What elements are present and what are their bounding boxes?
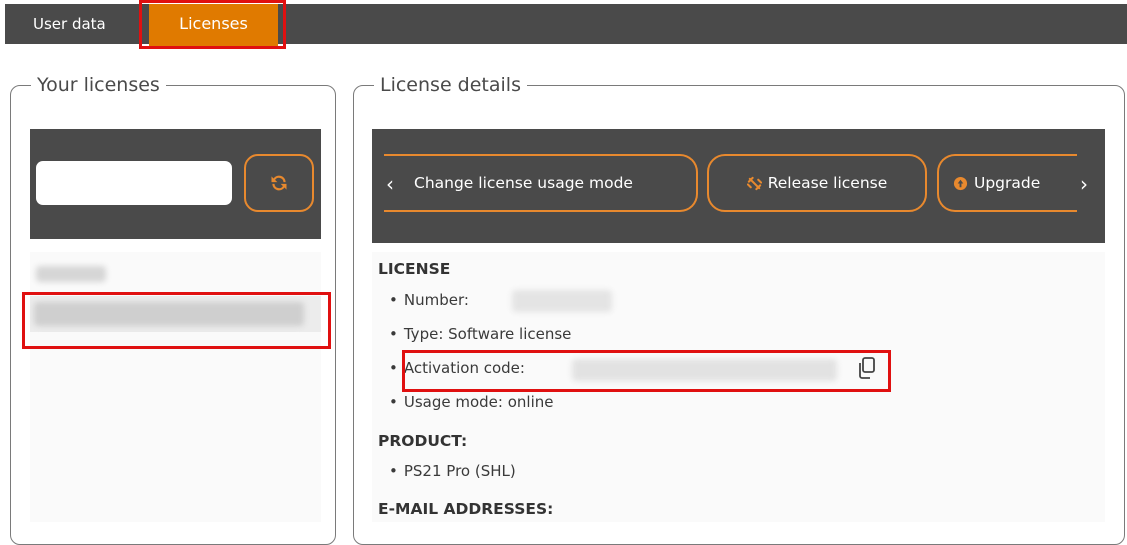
usage-mode-item: • Usage mode: online bbox=[389, 393, 554, 411]
product-item: • PS21 Pro (SHL) bbox=[389, 462, 516, 480]
license-type-item: • Type: Software license bbox=[389, 325, 572, 343]
highlight-box-activation-code bbox=[402, 350, 891, 392]
license-search-bar bbox=[30, 129, 321, 239]
highlight-box-licenses-tab bbox=[139, 0, 286, 49]
license-action-bar: ‹ Change license usage mode Release lice… bbox=[372, 129, 1105, 243]
license-search-input[interactable] bbox=[36, 161, 232, 205]
license-number-label: Number: bbox=[403, 291, 469, 309]
release-license-button[interactable]: Release license bbox=[707, 154, 927, 212]
unlink-icon bbox=[746, 176, 762, 190]
product-section-title: PRODUCT: bbox=[378, 432, 468, 450]
license-list-item[interactable] bbox=[30, 256, 321, 292]
license-details-legend: License details bbox=[374, 72, 527, 98]
license-type-text: Type: Software license bbox=[403, 325, 572, 343]
refresh-button[interactable] bbox=[244, 154, 314, 212]
change-usage-mode-button[interactable]: Change license usage mode bbox=[384, 154, 698, 212]
product-name: PS21 Pro (SHL) bbox=[403, 462, 516, 480]
email-section-title: E-MAIL ADDRESSES: bbox=[378, 500, 554, 518]
your-licenses-legend: Your licenses bbox=[31, 72, 166, 98]
scroll-right-button[interactable]: › bbox=[1080, 169, 1088, 199]
usage-mode-text: Usage mode: online bbox=[403, 393, 554, 411]
upgrade-button[interactable]: Upgrade bbox=[937, 154, 1077, 212]
license-number-item: • Number: bbox=[389, 291, 469, 309]
upgrade-icon bbox=[953, 176, 968, 190]
change-usage-mode-label: Change license usage mode bbox=[414, 174, 633, 192]
release-license-label: Release license bbox=[767, 174, 888, 192]
refresh-icon bbox=[271, 175, 287, 191]
redacted-license bbox=[36, 266, 106, 282]
upgrade-label: Upgrade bbox=[974, 174, 1041, 192]
redacted-license-number bbox=[512, 290, 612, 312]
highlight-box-selected-license bbox=[22, 292, 331, 349]
license-section-title: LICENSE bbox=[378, 260, 451, 278]
tab-user-data[interactable]: User data bbox=[33, 4, 106, 44]
